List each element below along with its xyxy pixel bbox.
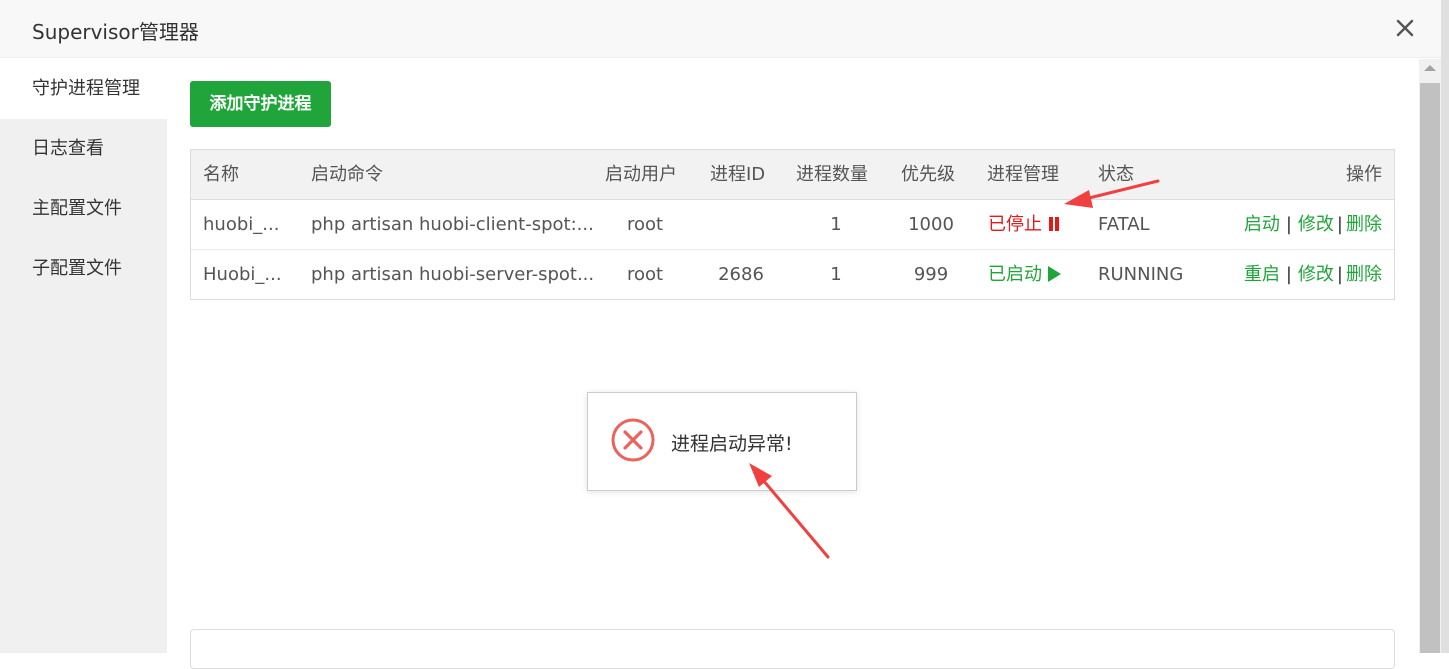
column-header-priority: 优先级: [901, 164, 955, 185]
process-priority: 1000: [908, 214, 954, 235]
process-table: 名称 启动命令 启动用户 进程ID 进程数量 优先级 进程管理 状态 操作 hu…: [190, 149, 1395, 300]
delete-link[interactable]: 删除: [1346, 264, 1382, 285]
process-status: RUNNING: [1098, 264, 1184, 285]
toast-message: 进程启动异常!: [671, 433, 793, 455]
process-manage-toggle[interactable]: 已启动: [988, 250, 1061, 300]
action-separator: |: [1336, 214, 1343, 235]
column-header-user: 启动用户: [605, 164, 677, 185]
pause-icon: [1048, 217, 1060, 231]
sidebar-item-daemon-management[interactable]: 守护进程管理: [0, 59, 167, 119]
manage-status-label: 已启动: [988, 264, 1042, 285]
sidebar-item-main-config[interactable]: 主配置文件: [0, 179, 167, 239]
process-manage-toggle[interactable]: 已停止: [988, 200, 1060, 250]
column-header-status: 状态: [1098, 164, 1134, 185]
process-priority: 999: [913, 264, 949, 285]
edit-link[interactable]: 修改: [1298, 264, 1334, 285]
action-separator: |: [1285, 264, 1292, 285]
window-edge: [1441, 0, 1449, 653]
sidebar-item-label: 守护进程管理: [32, 78, 140, 99]
restart-link[interactable]: 重启: [1244, 264, 1280, 285]
process-name: Huobi_...: [203, 264, 282, 285]
row-actions: 启动 | 修改 | 删除: [1244, 200, 1382, 250]
sidebar-item-label: 日志查看: [32, 138, 104, 159]
process-command: php artisan huobi-server-spot...: [311, 264, 595, 285]
error-toast: 进程启动异常!: [587, 392, 857, 491]
table-row: huobi_... php artisan huobi-client-spot:…: [191, 200, 1394, 250]
scrollbar[interactable]: [1419, 59, 1441, 653]
column-header-command: 启动命令: [311, 164, 383, 185]
manage-status-label: 已停止: [988, 214, 1042, 235]
scroll-up-arrow-icon[interactable]: [1424, 65, 1436, 71]
column-header-count: 进程数量: [796, 164, 868, 185]
column-header-pid: 进程ID: [710, 164, 766, 185]
sidebar-item-label: 子配置文件: [32, 258, 122, 279]
row-actions: 重启 | 修改 | 删除: [1244, 250, 1382, 300]
process-count: 1: [830, 214, 842, 235]
close-icon[interactable]: [1393, 16, 1417, 40]
delete-link[interactable]: 删除: [1346, 214, 1382, 235]
process-command: php artisan huobi-client-spot:...: [311, 214, 594, 235]
process-pid: [701, 200, 781, 250]
table-row: Huobi_... php artisan huobi-server-spot.…: [191, 250, 1394, 300]
process-name: huobi_...: [203, 214, 280, 235]
process-count: 1: [830, 264, 842, 285]
scrollbar-thumb[interactable]: [1420, 83, 1440, 653]
title-bar: Supervisor管理器: [0, 0, 1441, 58]
sidebar: 守护进程管理 日志查看 主配置文件 子配置文件: [0, 59, 167, 653]
error-circle-icon: [611, 418, 655, 462]
sidebar-item-sub-config[interactable]: 子配置文件: [0, 239, 167, 299]
edit-link[interactable]: 修改: [1298, 214, 1334, 235]
process-user: root: [626, 264, 664, 285]
supervisor-dialog: Supervisor管理器 守护进程管理 日志查看 主配置文件 子配置文件 添加…: [0, 0, 1449, 669]
process-pid: 2686: [718, 264, 764, 285]
process-status: FATAL: [1098, 214, 1150, 235]
column-header-name: 名称: [203, 164, 239, 185]
add-daemon-button[interactable]: 添加守护进程: [190, 81, 331, 127]
table-header: 名称 启动命令 启动用户 进程ID 进程数量 优先级 进程管理 状态 操作: [191, 150, 1394, 200]
sidebar-item-label: 主配置文件: [32, 198, 122, 219]
process-user: root: [626, 214, 664, 235]
start-link[interactable]: 启动: [1244, 214, 1280, 235]
play-icon: [1048, 266, 1061, 282]
sidebar-item-log-view[interactable]: 日志查看: [0, 119, 167, 179]
action-separator: |: [1285, 214, 1292, 235]
dialog-title: Supervisor管理器: [32, 20, 199, 44]
log-panel: [190, 629, 1395, 669]
action-separator: |: [1336, 264, 1343, 285]
column-header-actions: 操作: [1346, 164, 1382, 185]
column-header-manage: 进程管理: [987, 164, 1059, 185]
